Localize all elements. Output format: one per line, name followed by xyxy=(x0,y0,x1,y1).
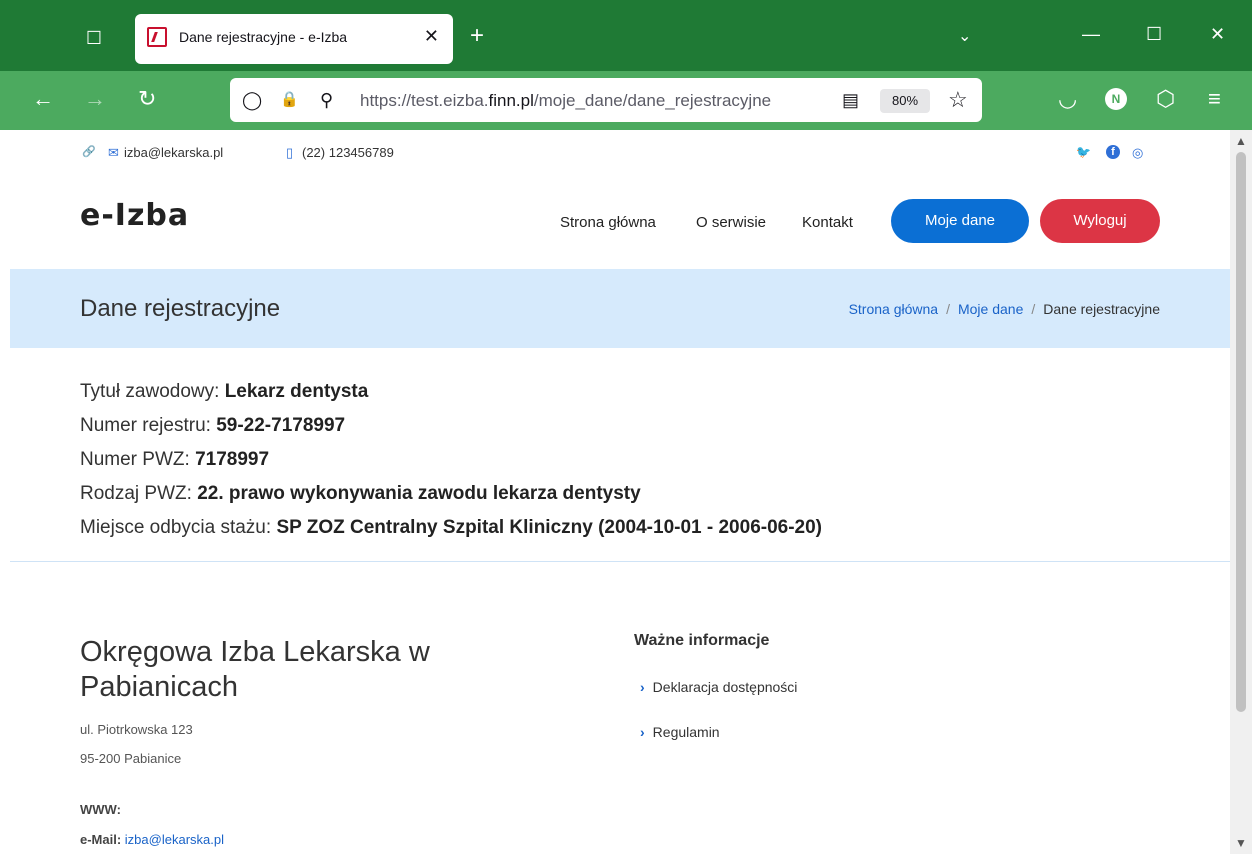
footer-city: 95-200 Pabianice xyxy=(80,751,182,766)
footer-link-label: Regulamin xyxy=(652,724,720,740)
chevron-right-icon: › xyxy=(640,679,645,695)
maximize-icon[interactable]: ☐ xyxy=(1146,24,1162,45)
field-value: 7178997 xyxy=(195,449,270,470)
url-text[interactable]: https://test.eizba.finn.pl/moje_dane/dan… xyxy=(360,91,840,111)
scroll-up-icon[interactable]: ▲ xyxy=(1235,134,1247,148)
site-header: e-Izba Strona główna O serwisie Kontakt … xyxy=(10,176,1230,269)
contact-topbar: 🔗 ✉ izba@lekarska.pl ▯ (22) 123456789 🐦 … xyxy=(10,130,1230,177)
field-label: Miejsce odbycia stażu: xyxy=(80,517,272,538)
footer-link-terms[interactable]: › Regulamin xyxy=(640,724,720,740)
field-label: Numer PWZ: xyxy=(80,449,190,470)
footer-street: ul. Piotrkowska 123 xyxy=(80,722,193,737)
window-close-icon[interactable]: ✕ xyxy=(1210,24,1225,45)
page-heading-band: Dane rejestracyjne Strona główna / Moje da… xyxy=(10,269,1230,348)
list-all-tabs-icon[interactable]: ⌄ xyxy=(958,26,971,46)
scroll-down-icon[interactable]: ▼ xyxy=(1235,836,1247,850)
footer-email: e-Mail: izba@lekarska.pl xyxy=(80,832,224,847)
tab-list-icon[interactable]: ☐ xyxy=(78,24,110,52)
field-value: SP ZOZ Centralny Szpital Kliniczny (2004… xyxy=(276,517,823,538)
field-label: Tytuł zawodowy: xyxy=(80,381,220,402)
url-bar[interactable]: ◯ 🔒 ⚲ https://test.eizba.finn.pl/moje_da… xyxy=(230,78,982,122)
field-value: Lekarz dentysta xyxy=(224,381,369,402)
footer-link-accessibility[interactable]: › Deklaracja dostępności xyxy=(640,679,797,695)
site-favicon-icon xyxy=(147,27,167,47)
my-data-button[interactable]: Moje dane xyxy=(891,199,1029,243)
account-avatar[interactable]: N xyxy=(1105,88,1127,110)
tab-title: Dane rejestracyjne - e-Izba xyxy=(179,29,348,45)
url-domain: finn.pl xyxy=(488,91,534,110)
section-divider xyxy=(10,561,1230,562)
nav-home[interactable]: Strona główna xyxy=(560,214,656,231)
breadcrumb-home[interactable]: Strona główna xyxy=(849,301,939,317)
field-professional-title: Tytuł zawodowy: Lekarz dentysta xyxy=(80,375,822,409)
breadcrumb-my-data[interactable]: Moje dane xyxy=(958,301,1023,317)
registration-details: Tytuł zawodowy: Lekarz dentysta Numer re… xyxy=(80,375,822,545)
browser-nav-bar: ← → ↻ ◯ 🔒 ⚲ https://test.eizba.finn.pl/m… xyxy=(0,71,1252,130)
logout-button[interactable]: Wyloguj xyxy=(1040,199,1160,243)
reader-view-icon[interactable]: ▤ xyxy=(842,89,859,111)
instagram-icon[interactable]: ◎ xyxy=(1132,145,1143,161)
field-label: Numer rejestru: xyxy=(80,415,211,436)
topbar-email[interactable]: izba@lekarska.pl xyxy=(124,145,223,160)
nav-about[interactable]: O serwisie xyxy=(696,214,766,231)
reload-icon[interactable]: ↻ xyxy=(138,87,156,111)
tab-close-icon[interactable]: ✕ xyxy=(424,26,439,47)
browser-tab-bar: ☐ Dane rejestracyjne - e-Izba ✕ + ⌄ — ☐ … xyxy=(0,0,1252,71)
scrollbar-thumb[interactable] xyxy=(1236,152,1246,712)
twitter-icon[interactable]: 🐦 xyxy=(1076,145,1091,159)
zoom-level-badge[interactable]: 80% xyxy=(880,89,930,113)
minimize-icon[interactable]: — xyxy=(1082,24,1100,45)
breadcrumb-separator: / xyxy=(946,301,950,317)
facebook-icon[interactable]: f xyxy=(1106,145,1120,159)
footer-email-link[interactable]: izba@lekarska.pl xyxy=(125,832,224,847)
shield-icon[interactable]: ◯ xyxy=(242,89,262,111)
footer-email-label: e-Mail: xyxy=(80,832,122,847)
page-viewport: 🔗 ✉ izba@lekarska.pl ▯ (22) 123456789 🐦 … xyxy=(10,130,1230,854)
app-menu-icon[interactable]: ≡ xyxy=(1208,87,1221,111)
field-value: 22. prawo wykonywania zawodu lekarza den… xyxy=(197,483,641,504)
chevron-right-icon: › xyxy=(640,724,645,740)
footer-link-label: Deklaracja dostępności xyxy=(652,679,798,695)
breadcrumb-separator: / xyxy=(1031,301,1036,317)
link-icon[interactable]: 🔗 xyxy=(82,145,96,158)
bookmark-star-icon[interactable]: ☆ xyxy=(948,89,968,111)
permissions-icon[interactable]: ⚲ xyxy=(320,89,333,111)
breadcrumb: Strona główna / Moje dane / Dane rejestracyj… xyxy=(849,301,1160,317)
forward-icon[interactable]: → xyxy=(84,87,106,111)
topbar-phone[interactable]: (22) 123456789 xyxy=(302,145,394,160)
nav-contact[interactable]: Kontakt xyxy=(802,214,853,231)
footer-www-label: WWW: xyxy=(80,802,121,817)
phone-icon: ▯ xyxy=(286,145,294,160)
lock-icon[interactable]: 🔒 xyxy=(280,89,299,111)
back-icon[interactable]: ← xyxy=(32,87,54,111)
url-prefix: https://test.eizba. xyxy=(360,91,489,110)
field-pwz-number: Numer PWZ: 7178997 xyxy=(80,443,822,477)
url-path: /moje_dane/dane_rejestracyjne xyxy=(533,91,772,110)
field-label: Rodzaj PWZ: xyxy=(80,483,192,504)
page-title: Dane rejestracyjne xyxy=(80,295,281,322)
page-scrollbar[interactable]: ▲ ▼ xyxy=(1230,130,1252,854)
mail-icon: ✉ xyxy=(108,145,119,160)
field-internship-place: Miejsce odbycia stażu: SP ZOZ Centralny … xyxy=(80,511,822,545)
pocket-icon[interactable]: ◡ xyxy=(1058,87,1077,111)
footer-info-heading: Ważne informacje xyxy=(634,632,770,649)
browser-tab[interactable]: Dane rejestracyjne - e-Izba ✕ xyxy=(135,14,453,64)
breadcrumb-current: Dane rejestracyjne xyxy=(1043,301,1160,317)
extensions-icon[interactable]: ⬡ xyxy=(1156,87,1175,111)
field-pwz-type: Rodzaj PWZ: 22. prawo wykonywania zawodu… xyxy=(80,477,822,511)
footer-org-name: Okręgowa Izba Lekarska w Pabianicach xyxy=(80,636,430,703)
site-logo[interactable]: e-Izba xyxy=(80,198,189,233)
new-tab-icon[interactable]: + xyxy=(470,24,484,48)
field-value: 59-22-7178997 xyxy=(216,415,346,436)
field-register-number: Numer rejestru: 59-22-7178997 xyxy=(80,409,822,443)
